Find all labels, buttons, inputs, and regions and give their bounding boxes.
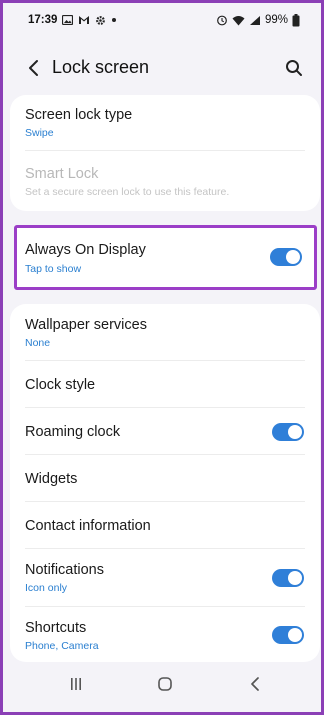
page-title: Lock screen (52, 57, 150, 77)
recents-button[interactable] (65, 673, 87, 695)
notifications-toggle[interactable] (272, 569, 304, 587)
dot-icon (111, 17, 117, 23)
screen-lock-type-value: Swipe (25, 127, 54, 139)
wallpaper-services-title: Wallpaper services (25, 317, 147, 333)
battery-percent: 99% (264, 14, 288, 26)
shortcuts-item[interactable]: Shortcuts Phone, Camera (10, 607, 320, 662)
screen-lock-type-item[interactable]: Screen lock type Swipe (10, 95, 320, 153)
nav-back-icon (251, 677, 259, 691)
recents-icon (71, 678, 81, 690)
home-icon (158, 677, 172, 691)
shortcuts-toggle[interactable] (272, 626, 304, 644)
navigation-bar (6, 659, 318, 709)
wallpaper-services-item[interactable]: Wallpaper services None (10, 304, 320, 360)
divider (25, 150, 305, 151)
roaming-clock-toggle[interactable] (272, 423, 304, 441)
always-on-display-title: Always On Display (25, 242, 146, 258)
shortcuts-title: Shortcuts (25, 620, 87, 636)
nav-back-button[interactable] (244, 673, 266, 695)
roaming-clock-item[interactable]: Roaming clock (10, 408, 320, 454)
roaming-clock-title: Roaming clock (25, 424, 121, 440)
clock-style-title: Clock style (25, 377, 96, 393)
notifications-value: Icon only (25, 582, 68, 594)
search-icon (286, 60, 302, 76)
back-button[interactable] (22, 56, 46, 80)
battery-icon (292, 13, 300, 27)
clock-style-item[interactable]: Clock style (10, 361, 320, 407)
search-button[interactable] (282, 56, 306, 80)
phone-frame: 17:39 99% Lock screen Screen lock type S… (0, 0, 324, 715)
contact-information-title: Contact information (25, 518, 151, 534)
widgets-title: Widgets (25, 471, 78, 487)
smart-lock-item: Smart Lock Set a secure screen lock to u… (10, 153, 320, 211)
lock-settings-card: Screen lock type Swipe Smart Lock Set a … (10, 95, 320, 211)
status-bar: 17:39 99% (6, 6, 318, 34)
alarm-icon (216, 14, 228, 26)
smart-lock-description: Set a secure screen lock to use this fea… (25, 186, 230, 198)
wifi-icon (232, 15, 245, 26)
home-button[interactable] (154, 673, 176, 695)
settings-icon (95, 15, 106, 26)
contact-information-item[interactable]: Contact information (10, 502, 320, 548)
notifications-title: Notifications (25, 562, 104, 578)
widgets-item[interactable]: Widgets (10, 455, 320, 501)
wallpaper-services-value: None (25, 337, 51, 349)
app-header: Lock screen (6, 49, 318, 87)
signal-icon (249, 15, 261, 26)
always-on-display-item[interactable]: Always On Display Tap to show (14, 225, 317, 290)
screen-lock-type-title: Screen lock type (25, 107, 133, 123)
status-time: 17:39 (28, 14, 58, 26)
back-arrow-icon (29, 60, 38, 76)
smart-lock-title: Smart Lock (25, 166, 99, 182)
gallery-icon (62, 15, 74, 25)
notifications-item[interactable]: Notifications Icon only (10, 549, 320, 606)
gmail-icon (78, 15, 90, 25)
lock-screen-options-card: Wallpaper services None Clock style Roam… (10, 304, 320, 662)
always-on-display-subtitle: Tap to show (25, 263, 82, 275)
always-on-display-toggle[interactable] (270, 248, 302, 266)
shortcuts-value: Phone, Camera (25, 640, 99, 652)
